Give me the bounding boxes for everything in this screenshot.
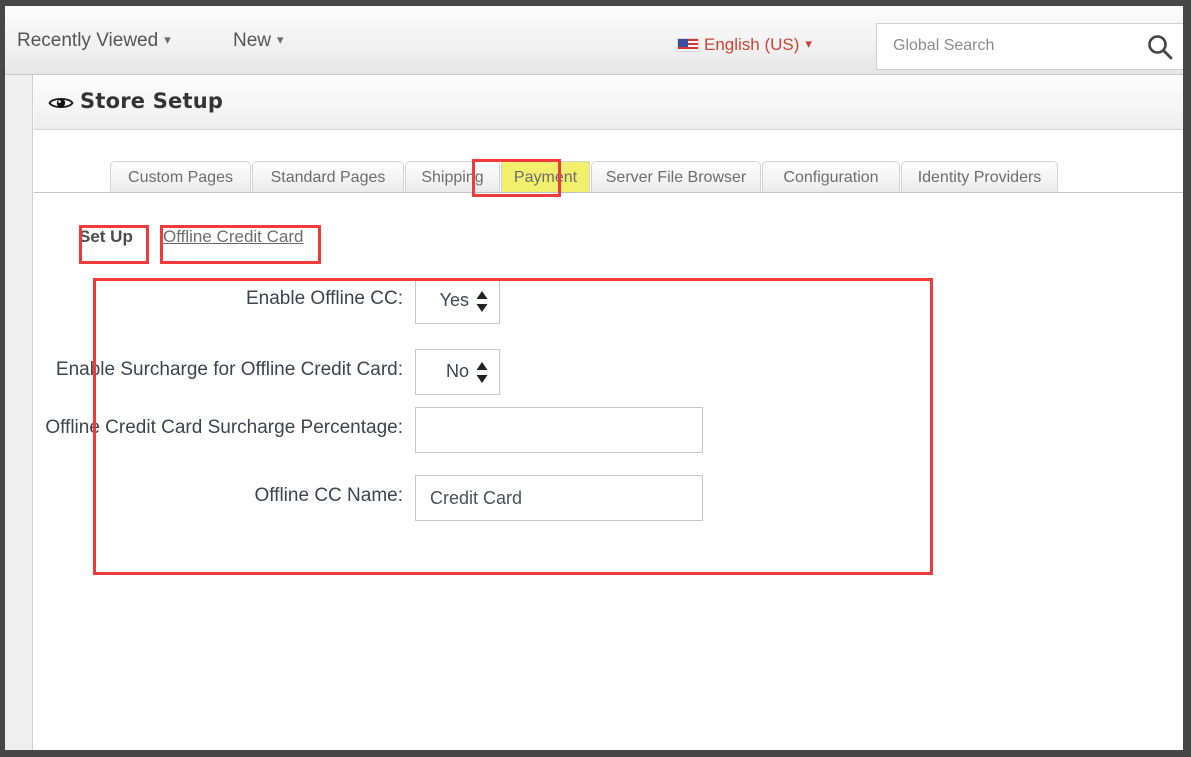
tab-configuration[interactable]: Configuration [762,161,900,193]
nav-recently-viewed-label: Recently Viewed [17,30,159,51]
tab-identity-providers[interactable]: Identity Providers [901,161,1058,193]
select-enable-offline-cc[interactable]: Yes [415,278,500,324]
chevron-down-icon: ▾ [805,36,812,51]
page-title: Store Setup [80,89,224,113]
tab-custom-pages[interactable]: Custom Pages [110,161,251,193]
chevron-down-icon: ▾ [164,32,171,47]
label-surcharge-percentage: Offline Credit Card Surcharge Percentage… [45,417,403,438]
global-search-box[interactable] [876,23,1183,70]
us-flag-icon [677,38,699,52]
input-surcharge-percentage[interactable] [430,408,688,452]
input-surcharge-percentage-wrapper[interactable] [415,407,703,453]
tab-payment[interactable]: Payment [501,161,590,193]
chevron-down-icon: ▾ [277,32,284,47]
label-enable-offline-cc: Enable Offline CC: [245,288,403,309]
input-offline-cc-name-wrapper[interactable] [415,475,703,521]
language-label: English (US) [704,35,800,54]
screenshot-frame: Recently Viewed ▾ New ▾ English (US) ▾ G… [0,0,1191,757]
label-offline-cc-name: Offline CC Name: [254,485,403,506]
tab-shipping[interactable]: Shipping [405,161,500,193]
select-enable-offline-cc-value: Yes [439,290,469,310]
left-rail [5,75,33,750]
page-header: Store Setup [34,75,1183,130]
label-enable-surcharge: Enable Surcharge for Offline Credit Card… [55,359,403,380]
search-input[interactable] [893,37,1143,55]
spinner-arrows-icon[interactable] [476,291,488,312]
input-offline-cc-name[interactable] [430,476,688,520]
tab-divider [34,192,1183,193]
tab-standard-pages[interactable]: Standard Pages [252,161,404,193]
eye-icon [48,97,74,109]
nav-recently-viewed[interactable]: Recently Viewed ▾ [17,30,171,52]
select-enable-surcharge[interactable]: No [415,349,500,395]
subtab-set-up[interactable]: Set Up [79,227,133,247]
subtab-offline-credit-card[interactable]: Offline Credit Card [163,227,303,247]
nav-new-label: New [233,30,272,51]
spinner-arrows-icon[interactable] [476,362,488,383]
tab-server-file-browser[interactable]: Server File Browser [591,161,761,193]
select-enable-surcharge-value: No [445,361,469,381]
global-top-bar: Recently Viewed ▾ New ▾ English (US) ▾ [5,6,1183,75]
search-icon[interactable] [1146,33,1174,61]
page-body: Store Setup Custom Pages Standard Pages … [34,75,1183,750]
nav-new[interactable]: New ▾ [233,30,284,52]
settings-form: Enable Offline CC: Yes Enable Surcharge … [45,278,932,575]
tab-strip: Custom Pages Standard Pages Shipping Pay… [34,161,1183,194]
language-picker[interactable]: English (US) ▾ [677,35,812,55]
